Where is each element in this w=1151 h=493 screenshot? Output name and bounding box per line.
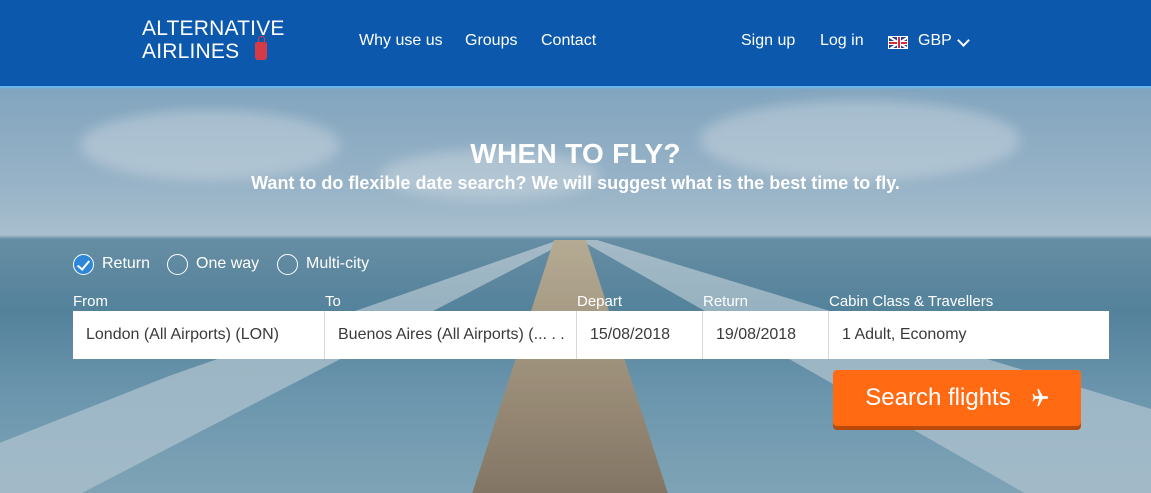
return-date-field[interactable]: 19/08/2018 <box>703 311 829 359</box>
hero-section: WHEN TO FLY? Want to do flexible date se… <box>0 90 1151 493</box>
trip-type-label: Multi-city <box>306 255 370 272</box>
radio-unchecked-icon[interactable] <box>277 253 298 275</box>
cabin-label: Cabin Class & Travellers <box>829 293 994 310</box>
nav-why-use-us[interactable]: Why use us <box>359 32 443 50</box>
trip-type-label: One way <box>196 255 260 272</box>
radio-unchecked-icon[interactable] <box>167 253 188 275</box>
from-label: From <box>73 293 108 310</box>
chevron-down-icon[interactable] <box>957 34 970 47</box>
uk-flag-icon[interactable] <box>888 36 908 49</box>
airplane-icon <box>1027 387 1049 409</box>
trip-type-multi-city[interactable]: Multi-city <box>277 253 369 275</box>
cabin-travellers-field[interactable]: 1 Adult, Economy <box>829 311 1109 359</box>
to-label: To <box>325 293 341 310</box>
hero-title: WHEN TO FLY? <box>470 138 681 169</box>
trip-type-return[interactable]: Return <box>73 253 150 275</box>
luggage-tag-icon <box>255 36 267 60</box>
currency-selector[interactable]: GBP <box>918 32 952 50</box>
search-flights-button[interactable]: Search flights <box>833 370 1081 426</box>
depart-label: Depart <box>577 293 623 310</box>
return-label: Return <box>703 293 749 310</box>
logo[interactable]: ALTERNATIVE AIRLINES <box>142 17 285 63</box>
signup-link[interactable]: Sign up <box>741 32 795 50</box>
trip-type-one-way[interactable]: One way <box>167 253 259 275</box>
nav-contact[interactable]: Contact <box>541 32 596 50</box>
radio-checked-icon[interactable] <box>73 253 94 275</box>
login-link[interactable]: Log in <box>820 32 864 50</box>
to-field[interactable]: Buenos Aires (All Airports) (... . . <box>325 311 577 359</box>
from-field[interactable]: London (All Airports) (LON) <box>73 311 325 359</box>
trip-type-label: Return <box>102 255 151 272</box>
depart-date-field[interactable]: 15/08/2018 <box>577 311 703 359</box>
nav-groups[interactable]: Groups <box>465 32 517 50</box>
top-header: ALTERNATIVE AIRLINES Why use us Groups C… <box>0 0 1151 88</box>
hero-subtitle: Want to do flexible date search? We will… <box>251 173 900 193</box>
search-button-label: Search flights <box>865 384 1011 411</box>
search-form: London (All Airports) (LON) Buenos Aires… <box>73 311 1109 359</box>
